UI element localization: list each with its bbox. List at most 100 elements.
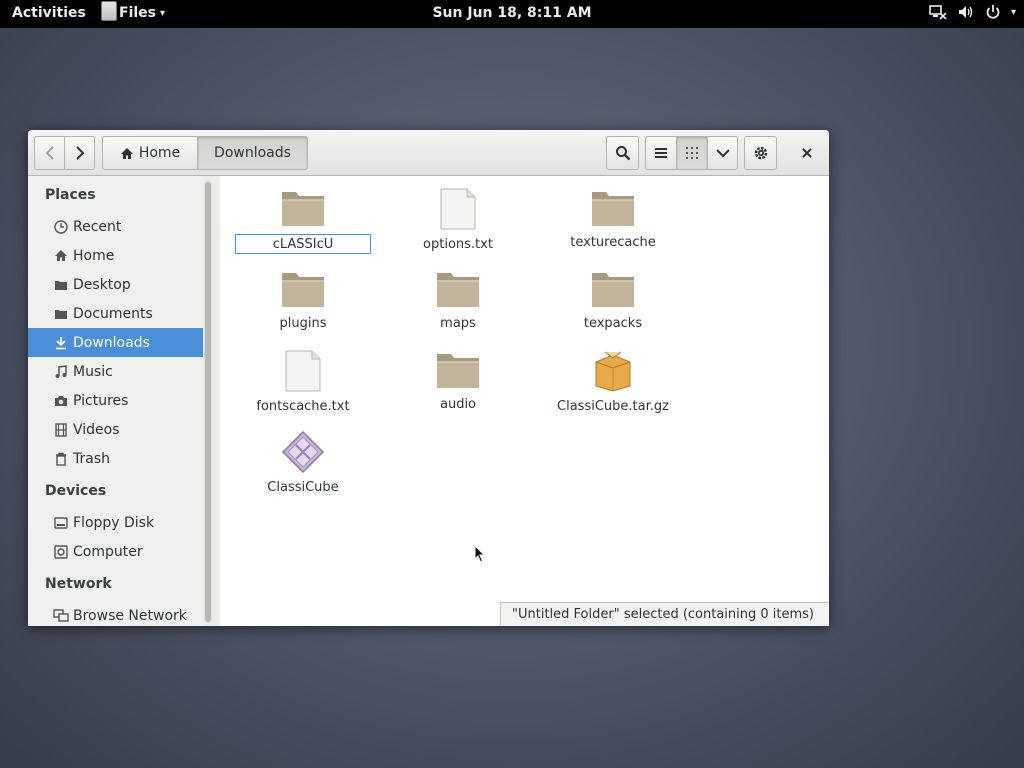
text-file-icon: [285, 350, 321, 392]
header-bar: Home Downloads: [28, 130, 829, 176]
drive-icon: [53, 515, 69, 531]
sidebar-item-label: Home: [73, 247, 115, 264]
system-tray[interactable]: ▾: [929, 4, 1016, 20]
music-icon: [53, 364, 69, 380]
folder-icon: [53, 306, 69, 322]
file-item-fontscache-txt[interactable]: fontscache.txt: [228, 350, 378, 414]
sidebar-item-label: Browse Network: [73, 607, 187, 624]
gear-icon: [754, 146, 767, 160]
places-heading: Places: [45, 187, 96, 203]
film-icon: [53, 422, 69, 438]
breadcrumb-downloads-label: Downloads: [214, 145, 291, 161]
file-item-classicube[interactable]: ClassiCube: [228, 431, 378, 495]
breadcrumb-downloads[interactable]: Downloads: [197, 136, 308, 170]
home-icon: [120, 147, 133, 159]
breadcrumb-home-label: Home: [138, 145, 181, 161]
file-name: fontscache.txt: [256, 399, 350, 414]
sidebar-item-label: Music: [73, 363, 113, 380]
sidebar-item-home[interactable]: Home: [28, 241, 203, 270]
sidebar-item-trash[interactable]: Trash: [28, 444, 203, 473]
file-name: audio: [439, 397, 477, 412]
view-options-button[interactable]: [707, 136, 738, 170]
list-view-icon: [655, 148, 667, 158]
file-item-plugins[interactable]: plugins: [228, 269, 378, 331]
network-icon: [53, 608, 69, 624]
archive-icon: [595, 351, 631, 392]
file-item-texpacks[interactable]: texpacks: [538, 269, 688, 331]
power-icon[interactable]: [985, 4, 1001, 20]
sidebar-scrollbar[interactable]: [204, 180, 212, 623]
file-item-options-txt[interactable]: options.txt: [383, 188, 533, 252]
sidebar-item-documents[interactable]: Documents: [28, 299, 203, 328]
sidebar-item-pictures[interactable]: Pictures: [28, 386, 203, 415]
folder-icon: [282, 192, 324, 226]
chevron-down-icon[interactable]: ▾: [1011, 7, 1016, 18]
file-grid: options.txt texturecache plugins maps te…: [220, 176, 829, 626]
sidebar-item-floppy-disk[interactable]: Floppy Disk: [28, 508, 203, 537]
settings-button[interactable]: [744, 136, 777, 170]
search-button[interactable]: [606, 136, 639, 170]
sidebar-item-browse-network[interactable]: Browse Network: [28, 601, 203, 626]
chevron-down-icon: ▾: [160, 7, 166, 19]
file-item-texturecache[interactable]: texturecache: [538, 188, 688, 250]
sidebar-item-label: Documents: [73, 305, 153, 322]
sidebar-item-label: Trash: [73, 450, 110, 467]
folder-icon: [53, 277, 69, 293]
sidebar-scrollbar-thumb[interactable]: [205, 182, 211, 622]
folder-icon: [592, 273, 634, 307]
clock-icon: [53, 219, 69, 235]
app-menu-label: Files: [119, 5, 156, 21]
folder-icon: [592, 192, 634, 226]
sidebar-item-recent[interactable]: Recent: [28, 212, 203, 241]
app-menu[interactable]: Files ▾: [101, 1, 166, 21]
close-icon: [802, 148, 812, 158]
volume-icon[interactable]: [957, 4, 975, 20]
list-view-button[interactable]: [645, 136, 677, 170]
sidebar-item-computer[interactable]: Computer: [28, 537, 203, 566]
top-bar: Activities Files ▾ Sun Jun 18, 8:11 AM ▾: [0, 0, 1024, 28]
download-icon: [53, 335, 69, 351]
sidebar-item-label: Recent: [73, 218, 122, 235]
sidebar-item-label: Computer: [73, 543, 143, 560]
file-item-audio[interactable]: audio: [383, 350, 533, 412]
file-name: plugins: [279, 316, 327, 331]
file-item-new-folder[interactable]: [228, 188, 378, 228]
folder-icon: [282, 273, 324, 307]
chevron-right-icon: [75, 146, 84, 160]
executable-icon: [282, 431, 324, 473]
back-button[interactable]: [34, 136, 65, 170]
sidebar-item-label: Pictures: [73, 392, 129, 409]
file-item-classicube-tar-gz[interactable]: ClassiCube.tar.gz: [538, 350, 688, 414]
rename-input[interactable]: [235, 234, 371, 254]
grid-view-button[interactable]: [676, 136, 708, 170]
file-name: texturecache: [570, 235, 656, 250]
status-text: "Untitled Folder" selected (containing 0…: [512, 607, 815, 622]
file-name: options.txt: [423, 237, 493, 252]
sidebar-item-downloads[interactable]: Downloads: [28, 328, 203, 357]
close-button[interactable]: [792, 136, 822, 170]
forward-button[interactable]: [64, 136, 95, 170]
breadcrumb-home[interactable]: Home: [102, 136, 198, 170]
network-heading: Network: [45, 576, 112, 592]
drive-icon: [53, 544, 69, 560]
devices-heading: Devices: [45, 483, 107, 499]
sidebar-item-label: Floppy Disk: [73, 514, 155, 531]
text-file-icon: [440, 188, 476, 230]
sidebar: Places Recent Home Desktop Documents Dow…: [28, 176, 220, 626]
network-status-icon[interactable]: [929, 4, 947, 20]
chevron-down-icon: [715, 149, 730, 158]
sidebar-item-desktop[interactable]: Desktop: [28, 270, 203, 299]
mouse-cursor-icon: [474, 545, 486, 563]
search-icon: [615, 146, 630, 161]
file-name: maps: [440, 316, 476, 331]
camera-icon: [53, 393, 69, 409]
folder-icon: [437, 354, 479, 388]
trash-icon: [53, 451, 69, 467]
file-item-maps[interactable]: maps: [383, 269, 533, 331]
sidebar-item-label: Desktop: [73, 276, 131, 293]
sidebar-item-videos[interactable]: Videos: [28, 415, 203, 444]
activities-button[interactable]: Activities: [12, 5, 86, 21]
home-icon: [53, 248, 69, 264]
sidebar-item-music[interactable]: Music: [28, 357, 203, 386]
status-bar: "Untitled Folder" selected (containing 0…: [500, 602, 829, 626]
